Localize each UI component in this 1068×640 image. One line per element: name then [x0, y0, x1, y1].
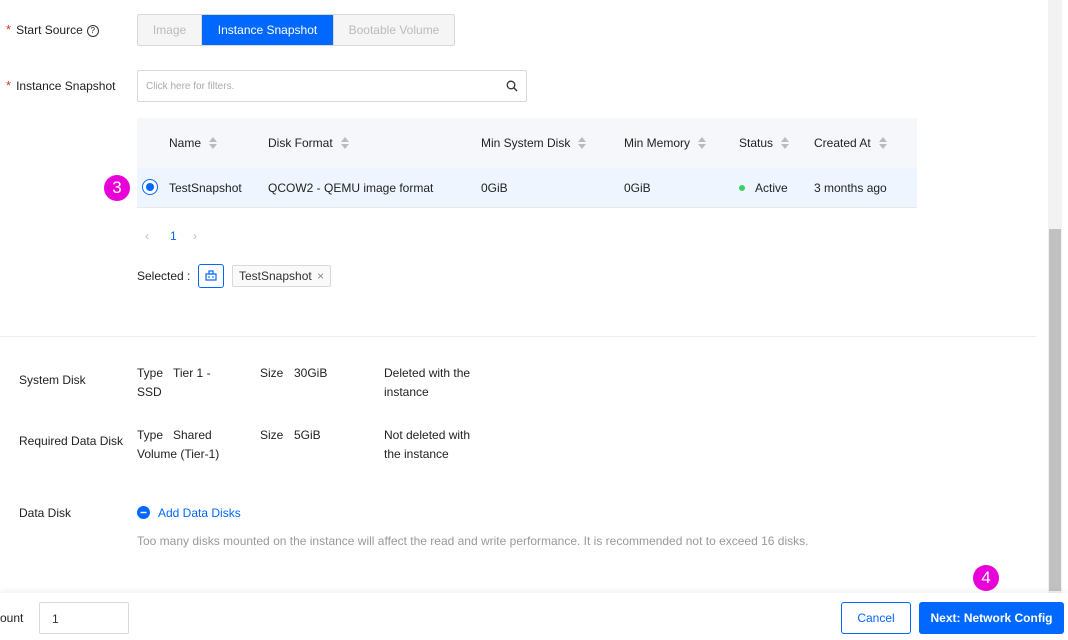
cell-min-system-disk: 0GiB	[481, 181, 508, 195]
selected-tag: TestSnapshot ×	[232, 265, 332, 287]
add-circle-icon[interactable]	[137, 506, 150, 519]
start-source-option-image[interactable]: Image	[138, 15, 202, 45]
column-disk-format[interactable]: Disk Format	[268, 136, 349, 150]
start-source-label: * Start Source?	[6, 22, 99, 37]
required-data-disk-size-value: 5GiB	[294, 428, 321, 442]
system-disk-size-label: Size	[260, 366, 284, 380]
close-icon[interactable]: ×	[317, 269, 324, 283]
sort-icon[interactable]	[578, 137, 587, 149]
sort-icon[interactable]	[340, 137, 349, 149]
scrollbar-thumb[interactable]	[1049, 229, 1061, 591]
instance-snapshot-label: * Instance Snapshot	[6, 78, 116, 93]
data-disk-note: Too many disks mounted on the instance w…	[137, 534, 809, 548]
snapshot-filter-input[interactable]: Click here for filters.	[137, 70, 527, 102]
snapshot-tag-icon[interactable]	[198, 264, 224, 288]
start-source-option-bootable-volume[interactable]: Bootable Volume	[334, 15, 454, 45]
cell-min-memory: 0GiB	[624, 181, 651, 195]
start-source-segmented: Image Instance Snapshot Bootable Volume	[137, 14, 455, 46]
system-disk-type-value: Tier 1 - SSD	[137, 366, 211, 399]
system-disk-delete-note: Deleted with the instance	[384, 366, 471, 399]
column-min-memory[interactable]: Min Memory	[624, 136, 707, 150]
start-source-option-instance-snapshot[interactable]: Instance Snapshot	[202, 15, 334, 45]
column-created-at[interactable]: Created At	[814, 136, 887, 150]
cancel-button[interactable]: Cancel	[841, 602, 911, 634]
sort-icon[interactable]	[878, 137, 887, 149]
count-label: ount	[0, 611, 24, 625]
cell-status: Active	[739, 181, 788, 195]
step-badge-4: 4	[973, 565, 999, 591]
system-disk-size-value: 30GiB	[294, 366, 328, 380]
column-status[interactable]: Status	[739, 136, 790, 150]
required-data-disk-label: Required Data Disk	[19, 434, 124, 448]
prev-page-icon[interactable]: ‹	[145, 229, 149, 243]
cell-created-at: 3 months ago	[814, 181, 887, 195]
search-icon[interactable]	[506, 80, 518, 92]
count-input[interactable]: 1	[39, 602, 129, 634]
column-min-system-disk[interactable]: Min System Disk	[481, 136, 587, 150]
required-data-disk-type-value: Shared Volume (Tier-1)	[137, 428, 220, 461]
sort-icon[interactable]	[209, 137, 218, 149]
next-network-config-button[interactable]: Next: Network Config	[919, 602, 1064, 634]
sort-icon[interactable]	[781, 137, 790, 149]
section-divider	[0, 336, 1036, 337]
add-data-disks-link[interactable]: Add Data Disks	[158, 504, 241, 523]
sort-icon[interactable]	[698, 137, 707, 149]
selected-label: Selected :	[137, 269, 191, 283]
filter-placeholder: Click here for filters.	[146, 81, 235, 92]
step-badge-3: 3	[104, 175, 130, 201]
help-circle-icon[interactable]: ?	[86, 25, 99, 37]
data-disk-label: Data Disk	[19, 506, 72, 520]
system-disk-label: System Disk	[19, 373, 86, 387]
row-radio[interactable]	[142, 179, 158, 195]
status-dot-icon	[739, 185, 745, 191]
snapshot-table-header: Name Disk Format Min System Disk Min Mem…	[137, 118, 917, 168]
table-row[interactable]: TestSnapshot QCOW2 - QEMU image format 0…	[137, 168, 917, 208]
page-number[interactable]: 1	[170, 229, 177, 243]
cell-name: TestSnapshot	[169, 181, 242, 195]
required-data-disk-delete-note: Not deleted with the instance	[384, 428, 471, 461]
column-name[interactable]: Name	[169, 136, 218, 150]
required-data-disk-size-label: Size	[260, 428, 284, 442]
cell-disk-format: QCOW2 - QEMU image format	[268, 181, 434, 195]
next-page-icon[interactable]: ›	[193, 229, 197, 243]
